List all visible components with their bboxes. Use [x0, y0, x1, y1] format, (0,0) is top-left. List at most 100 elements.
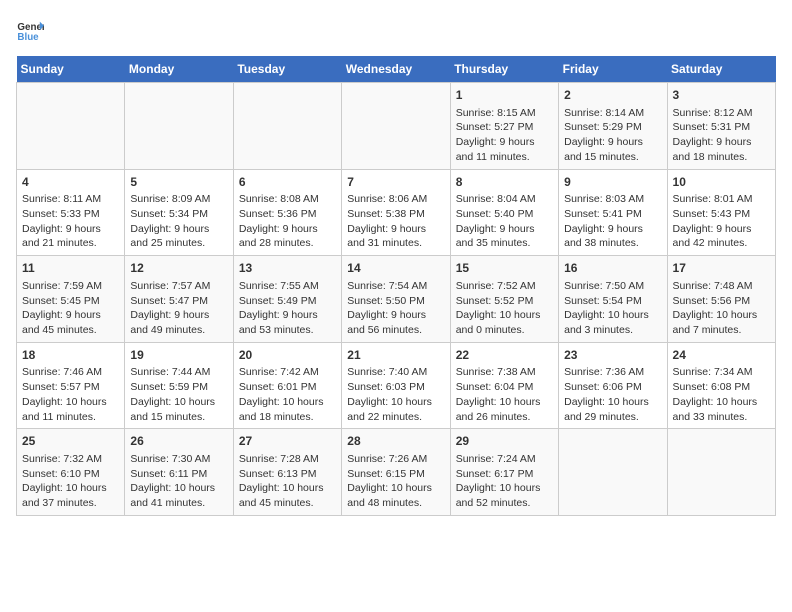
day-info: Sunrise: 7:40 AM Sunset: 6:03 PM Dayligh… [347, 365, 444, 424]
day-info: Sunrise: 7:52 AM Sunset: 5:52 PM Dayligh… [456, 279, 553, 338]
calendar-cell: 15 Sunrise: 7:52 AM Sunset: 5:52 PM Dayli… [450, 256, 558, 343]
day-info: Sunrise: 7:36 AM Sunset: 6:06 PM Dayligh… [564, 365, 661, 424]
calendar-body: 1Sunrise: 8:15 AM Sunset: 5:27 PM Daylig… [17, 83, 776, 516]
day-info: Sunrise: 7:38 AM Sunset: 6:04 PM Dayligh… [456, 365, 553, 424]
day-info: Sunrise: 8:01 AM Sunset: 5:43 PM Dayligh… [673, 192, 770, 251]
day-number: 4 [22, 174, 119, 191]
day-number: 7 [347, 174, 444, 191]
day-header-sunday: Sunday [17, 56, 125, 83]
calendar-header: SundayMondayTuesdayWednesdayThursdayFrid… [17, 56, 776, 83]
day-info: Sunrise: 7:50 AM Sunset: 5:54 PM Dayligh… [564, 279, 661, 338]
day-header-friday: Friday [559, 56, 667, 83]
week-row-2: 4Sunrise: 8:11 AM Sunset: 5:33 PM Daylig… [17, 169, 776, 256]
calendar-cell: 5Sunrise: 8:09 AM Sunset: 5:34 PM Daylig… [125, 169, 233, 256]
day-number: 11 [22, 260, 119, 277]
calendar-cell: 14 Sunrise: 7:54 AM Sunset: 5:50 PM Dayli… [342, 256, 450, 343]
day-info: Sunrise: 7:48 AM Sunset: 5:56 PM Dayligh… [673, 279, 770, 338]
header-row: SundayMondayTuesdayWednesdayThursdayFrid… [17, 56, 776, 83]
calendar-cell: 12 Sunrise: 7:57 AM Sunset: 5:47 PM Dayli… [125, 256, 233, 343]
calendar-cell: 19Sunrise: 7:44 AM Sunset: 5:59 PM Dayli… [125, 342, 233, 429]
day-number: 20 [239, 347, 336, 364]
logo-icon: General Blue [16, 16, 44, 44]
day-number: 24 [673, 347, 770, 364]
day-info: Sunrise: 8:08 AM Sunset: 5:36 PM Dayligh… [239, 192, 336, 251]
day-info: Sunrise: 7:32 AM Sunset: 6:10 PM Dayligh… [22, 452, 119, 511]
day-info: Sunrise: 8:03 AM Sunset: 5:41 PM Dayligh… [564, 192, 661, 251]
calendar-cell: 26 Sunrise: 7:30 AM Sunset: 6:11 PM Dayli… [125, 429, 233, 516]
calendar-cell: 20Sunrise: 7:42 AM Sunset: 6:01 PM Dayli… [233, 342, 341, 429]
calendar-cell [17, 83, 125, 170]
day-info: Sunrise: 8:14 AM Sunset: 5:29 PM Dayligh… [564, 106, 661, 165]
day-info: Sunrise: 7:30 AM Sunset: 6:11 PM Dayligh… [130, 452, 227, 511]
calendar-cell: 2 Sunrise: 8:14 AM Sunset: 5:29 PM Daylig… [559, 83, 667, 170]
day-number: 17 [673, 260, 770, 277]
day-info: Sunrise: 7:57 AM Sunset: 5:47 PM Dayligh… [130, 279, 227, 338]
calendar-cell: 8Sunrise: 8:04 AM Sunset: 5:40 PM Daylig… [450, 169, 558, 256]
day-info: Sunrise: 8:12 AM Sunset: 5:31 PM Dayligh… [673, 106, 770, 165]
day-header-saturday: Saturday [667, 56, 775, 83]
day-info: Sunrise: 7:46 AM Sunset: 5:57 PM Dayligh… [22, 365, 119, 424]
logo: General Blue [16, 16, 44, 44]
day-info: Sunrise: 7:55 AM Sunset: 5:49 PM Dayligh… [239, 279, 336, 338]
day-info: Sunrise: 7:42 AM Sunset: 6:01 PM Dayligh… [239, 365, 336, 424]
day-number: 14 [347, 260, 444, 277]
day-number: 6 [239, 174, 336, 191]
calendar-cell: 22Sunrise: 7:38 AM Sunset: 6:04 PM Dayli… [450, 342, 558, 429]
day-number: 3 [673, 87, 770, 104]
calendar-cell: 24Sunrise: 7:34 AM Sunset: 6:08 PM Dayli… [667, 342, 775, 429]
day-info: Sunrise: 7:26 AM Sunset: 6:15 PM Dayligh… [347, 452, 444, 511]
calendar-cell: 1Sunrise: 8:15 AM Sunset: 5:27 PM Daylig… [450, 83, 558, 170]
calendar-cell: 3 Sunrise: 8:12 AM Sunset: 5:31 PM Daylig… [667, 83, 775, 170]
week-row-1: 1Sunrise: 8:15 AM Sunset: 5:27 PM Daylig… [17, 83, 776, 170]
day-number: 15 [456, 260, 553, 277]
day-number: 27 [239, 433, 336, 450]
calendar-cell: 18Sunrise: 7:46 AM Sunset: 5:57 PM Dayli… [17, 342, 125, 429]
calendar-cell: 9Sunrise: 8:03 AM Sunset: 5:41 PM Daylig… [559, 169, 667, 256]
day-number: 23 [564, 347, 661, 364]
day-number: 8 [456, 174, 553, 191]
day-info: Sunrise: 7:54 AM Sunset: 5:50 PM Dayligh… [347, 279, 444, 338]
day-header-monday: Monday [125, 56, 233, 83]
week-row-3: 11Sunrise: 7:59 AM Sunset: 5:45 PM Dayli… [17, 256, 776, 343]
day-number: 13 [239, 260, 336, 277]
calendar-cell: 17 Sunrise: 7:48 AM Sunset: 5:56 PM Dayli… [667, 256, 775, 343]
day-info: Sunrise: 8:09 AM Sunset: 5:34 PM Dayligh… [130, 192, 227, 251]
calendar-cell: 27 Sunrise: 7:28 AM Sunset: 6:13 PM Dayli… [233, 429, 341, 516]
day-number: 9 [564, 174, 661, 191]
week-row-5: 25 Sunrise: 7:32 AM Sunset: 6:10 PM Dayli… [17, 429, 776, 516]
calendar-cell: 23Sunrise: 7:36 AM Sunset: 6:06 PM Dayli… [559, 342, 667, 429]
day-header-thursday: Thursday [450, 56, 558, 83]
calendar-cell [342, 83, 450, 170]
calendar-cell: 21Sunrise: 7:40 AM Sunset: 6:03 PM Dayli… [342, 342, 450, 429]
calendar-cell [233, 83, 341, 170]
day-info: Sunrise: 7:34 AM Sunset: 6:08 PM Dayligh… [673, 365, 770, 424]
calendar-cell: 13 Sunrise: 7:55 AM Sunset: 5:49 PM Dayli… [233, 256, 341, 343]
day-info: Sunrise: 8:04 AM Sunset: 5:40 PM Dayligh… [456, 192, 553, 251]
day-header-wednesday: Wednesday [342, 56, 450, 83]
day-number: 25 [22, 433, 119, 450]
day-number: 19 [130, 347, 227, 364]
calendar-cell: 10Sunrise: 8:01 AM Sunset: 5:43 PM Dayli… [667, 169, 775, 256]
calendar-cell [667, 429, 775, 516]
day-info: Sunrise: 7:28 AM Sunset: 6:13 PM Dayligh… [239, 452, 336, 511]
svg-text:Blue: Blue [17, 32, 39, 43]
calendar-cell: 11Sunrise: 7:59 AM Sunset: 5:45 PM Dayli… [17, 256, 125, 343]
calendar-cell: 25 Sunrise: 7:32 AM Sunset: 6:10 PM Dayli… [17, 429, 125, 516]
calendar-cell [125, 83, 233, 170]
calendar-cell: 4Sunrise: 8:11 AM Sunset: 5:33 PM Daylig… [17, 169, 125, 256]
day-info: Sunrise: 8:06 AM Sunset: 5:38 PM Dayligh… [347, 192, 444, 251]
day-info: Sunrise: 8:11 AM Sunset: 5:33 PM Dayligh… [22, 192, 119, 251]
header: General Blue [16, 16, 776, 44]
calendar-table: SundayMondayTuesdayWednesdayThursdayFrid… [16, 56, 776, 516]
week-row-4: 18Sunrise: 7:46 AM Sunset: 5:57 PM Dayli… [17, 342, 776, 429]
calendar-cell: 29 Sunrise: 7:24 AM Sunset: 6:17 PM Dayli… [450, 429, 558, 516]
day-number: 26 [130, 433, 227, 450]
day-number: 21 [347, 347, 444, 364]
day-number: 5 [130, 174, 227, 191]
day-header-tuesday: Tuesday [233, 56, 341, 83]
day-number: 2 [564, 87, 661, 104]
day-number: 29 [456, 433, 553, 450]
day-number: 12 [130, 260, 227, 277]
day-info: Sunrise: 7:24 AM Sunset: 6:17 PM Dayligh… [456, 452, 553, 511]
day-number: 16 [564, 260, 661, 277]
